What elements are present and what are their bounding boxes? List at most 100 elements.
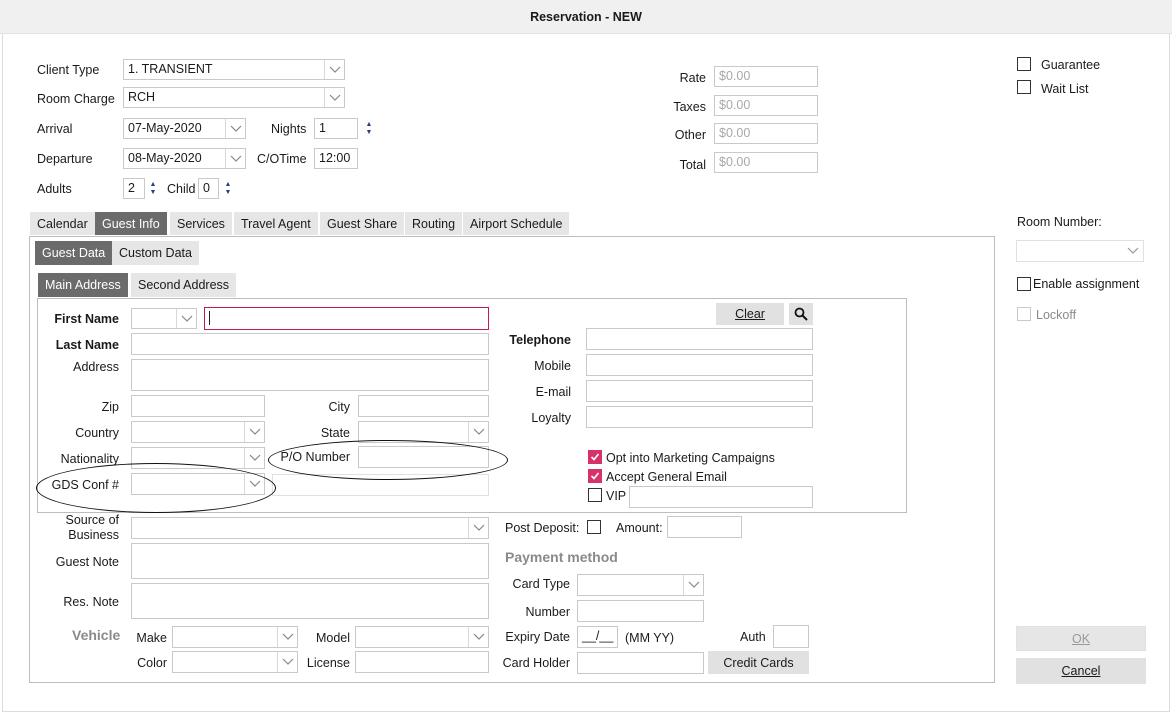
wait-list-checkbox[interactable] [1017,80,1031,94]
tab-guest-share[interactable]: Guest Share [320,212,405,235]
license-label: License [306,656,350,670]
tab-travel-agent[interactable]: Travel Agent [234,212,318,235]
address-input[interactable] [131,359,489,391]
room-number-label: Room Number: [1017,215,1102,229]
enable-assignment-checkbox[interactable] [1017,277,1031,291]
annotation-ellipse-gds-conf [36,463,276,513]
source-of-business-text: Source of Business [65,513,119,542]
clear-button[interactable]: Clear [716,303,784,325]
opt-marketing-label: Opt into Marketing Campaigns [606,451,775,465]
res-note-input[interactable] [131,583,489,619]
tab-main-address[interactable]: Main Address [38,273,128,297]
accept-email-checkbox[interactable] [588,469,602,483]
country-label: Country [75,426,119,440]
country-select[interactable] [131,421,265,443]
model-label: Model [315,631,350,645]
email-label: E-mail [535,385,571,399]
tab-label: Calendar [37,216,88,231]
zip-input[interactable] [131,395,265,417]
nights-label: Nights [271,122,307,136]
expiry-date-label: Expiry Date [505,630,570,644]
checkout-time-input[interactable]: 12:00 [314,148,358,169]
departure-date-picker[interactable]: 08-May-2020 [123,148,246,169]
credit-cards-button[interactable]: Credit Cards [708,651,809,674]
tab-calendar[interactable]: Calendar [30,212,95,235]
card-number-input[interactable] [577,600,704,622]
chevron-down-icon [468,422,488,442]
total-field: $0.00 [714,152,818,173]
tab-label: Guest Data [42,246,106,260]
tab-label: Guest Info [102,216,160,231]
room-number-select[interactable] [1016,240,1144,262]
last-name-input[interactable] [131,333,489,355]
ok-button[interactable]: OK [1016,626,1146,651]
first-name-label: First Name [54,312,119,326]
title-select[interactable] [131,308,197,329]
first-name-input[interactable] [204,307,489,330]
expiry-date-input[interactable]: __/__ [577,626,618,648]
telephone-input[interactable] [586,328,813,350]
city-input[interactable] [358,395,489,417]
auth-input[interactable] [773,625,809,648]
tab-services[interactable]: Services [170,212,232,235]
zip-label: Zip [101,400,119,414]
lockoff-checkbox[interactable] [1017,307,1031,321]
tab-routing[interactable]: Routing [405,212,463,235]
window-title-bar: Reservation - NEW [0,0,1172,34]
vip-checkbox[interactable] [588,488,602,502]
make-select[interactable] [172,626,298,648]
arrival-date-picker[interactable]: 07-May-2020 [123,118,246,139]
adults-input[interactable]: 2 [123,178,145,199]
color-label: Color [137,656,167,670]
adults-spinner[interactable]: ▲ ▼ [147,178,159,199]
nights-spinner[interactable]: ▲ ▼ [363,118,375,139]
model-select[interactable] [355,626,489,648]
tab-airport-schedule[interactable]: Airport Schedule [463,212,570,235]
tab-label: Airport Schedule [470,216,563,231]
vip-input[interactable] [629,486,813,508]
child-input[interactable]: 0 [198,178,219,199]
cancel-button[interactable]: Cancel [1016,658,1146,684]
tab-label: Travel Agent [241,216,311,231]
nights-value: 1 [319,121,326,135]
chevron-down-icon [324,88,344,107]
source-of-business-select[interactable] [131,517,489,539]
email-input[interactable] [586,380,813,402]
color-select[interactable] [172,651,298,673]
mobile-label: Mobile [534,359,571,373]
license-input[interactable] [355,651,489,673]
total-label: Total [679,158,706,172]
tab-guest-info[interactable]: Guest Info [95,212,167,235]
tab-guest-data[interactable]: Guest Data [35,241,113,265]
checkmark-icon [590,472,600,480]
search-button[interactable] [789,303,813,325]
tab-label: Services [177,216,225,231]
tab-custom-data[interactable]: Custom Data [112,241,199,265]
client-type-label: Client Type [37,63,100,77]
city-label: City [328,400,350,414]
post-deposit-checkbox[interactable] [587,520,601,534]
checkout-time-value: 12:00 [319,151,351,165]
total-value: $0.00 [719,155,751,169]
mobile-input[interactable] [586,354,813,376]
room-charge-select[interactable]: RCH [123,87,345,108]
vip-label: VIP [606,489,627,503]
guest-note-input[interactable] [131,543,489,579]
card-type-select[interactable] [577,574,704,596]
loyalty-input[interactable] [586,406,813,428]
amount-input[interactable] [667,516,742,538]
room-charge-label: Room Charge [37,92,115,106]
departure-value: 08-May-2020 [128,151,202,165]
child-spinner[interactable]: ▲ ▼ [222,178,234,199]
adults-value: 2 [128,181,135,195]
tab-second-address[interactable]: Second Address [131,273,237,297]
rate-field: $0.00 [714,66,818,87]
card-holder-input[interactable] [577,652,704,674]
address-label: Address [73,360,119,374]
client-type-select[interactable]: 1. TRANSIENT [123,59,345,80]
checkmark-icon [590,453,600,461]
nights-input[interactable]: 1 [314,118,358,139]
opt-marketing-checkbox[interactable] [588,450,602,464]
guarantee-checkbox[interactable] [1017,57,1031,71]
chevron-down-icon [324,60,344,79]
